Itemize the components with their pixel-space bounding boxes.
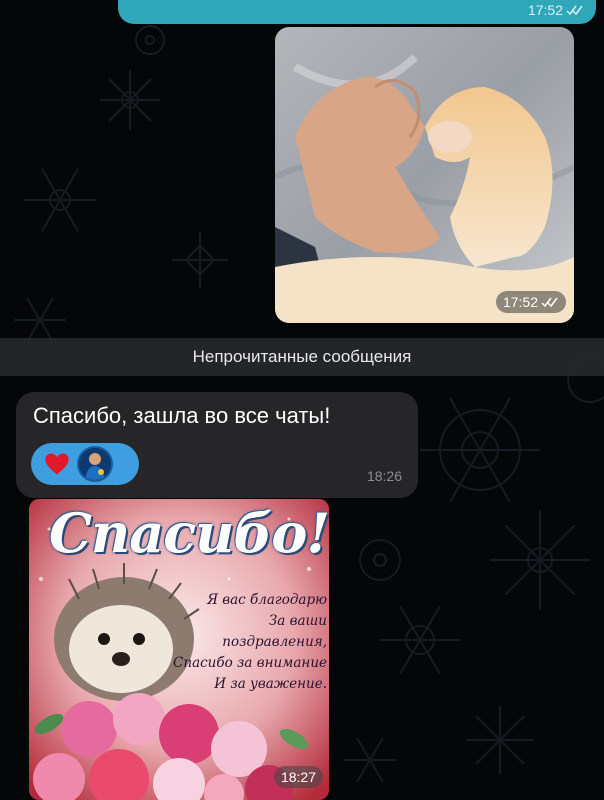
card-title: Спасибо! bbox=[49, 501, 329, 565]
photo-time-badge: 17:52 bbox=[495, 291, 566, 313]
message-time: 18:26 bbox=[366, 468, 402, 484]
incoming-message-bubble[interactable]: Спасибо, зашла во все чаты! 18:26 bbox=[16, 392, 418, 498]
image-time-badge: 18:27 bbox=[273, 766, 323, 788]
verse-line: И за уважение. bbox=[214, 676, 327, 692]
reactions-pill[interactable] bbox=[31, 443, 139, 485]
verse-line: поздравления, bbox=[222, 634, 327, 650]
unread-messages-divider: Непрочитанные сообщения bbox=[0, 338, 604, 376]
avatar-image bbox=[79, 448, 111, 480]
message-text: Спасибо, зашла во все чаты! bbox=[33, 403, 331, 428]
cat-photo-message[interactable]: 17:52 bbox=[275, 27, 574, 323]
message-time: 17:52 bbox=[528, 2, 584, 18]
card-verse: Я вас благодарю За ваши поздравления, Сп… bbox=[157, 590, 327, 695]
reactor-avatar bbox=[77, 446, 113, 482]
unread-label: Непрочитанные сообщения bbox=[192, 347, 412, 366]
greeting-card-image-message[interactable]: Спасибо! Я вас благодарю За ваши поздрав… bbox=[29, 499, 329, 800]
verse-line: Спасибо за внимание bbox=[173, 655, 327, 671]
verse-line: Я вас благодарю bbox=[207, 592, 327, 608]
cat-paw-heart-photo bbox=[275, 27, 574, 323]
read-checkmarks-icon bbox=[541, 297, 558, 308]
verse-line: За ваши bbox=[268, 613, 327, 629]
heart-emoji-icon bbox=[45, 453, 69, 475]
outgoing-message-bubble[interactable]: 17:52 bbox=[118, 0, 596, 24]
read-checkmarks-icon bbox=[566, 5, 583, 16]
